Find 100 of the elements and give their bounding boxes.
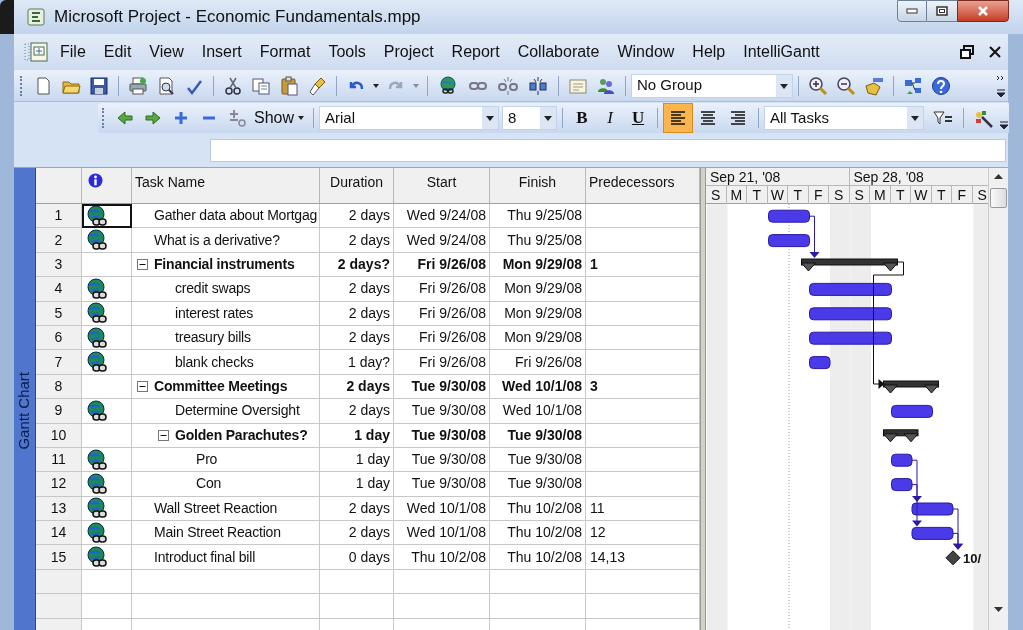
- summary-bar[interactable]: [883, 380, 939, 394]
- row-number[interactable]: 12: [36, 472, 82, 497]
- zoom-in-icon[interactable]: [808, 75, 828, 96]
- print-icon[interactable]: [128, 75, 148, 96]
- menu-item[interactable]: Help: [692, 40, 726, 64]
- row-number[interactable]: 10: [36, 423, 82, 448]
- font-combo[interactable]: Arial: [319, 106, 500, 130]
- collapse-toggle-icon[interactable]: [137, 258, 148, 270]
- menu-item[interactable]: Project: [383, 40, 434, 64]
- toolbar-options-icon[interactable]: [999, 119, 1010, 131]
- show-button[interactable]: Show: [251, 106, 309, 130]
- indicator-cell[interactable]: [82, 277, 132, 302]
- row-number[interactable]: 5: [36, 301, 82, 326]
- vertical-scrollbar[interactable]: [988, 168, 1008, 630]
- indicator-cell[interactable]: [82, 399, 132, 424]
- indicator-cell[interactable]: [82, 472, 132, 497]
- column-header[interactable]: Start: [394, 168, 490, 203]
- task-bar[interactable]: [768, 209, 810, 223]
- column-header[interactable]: Task Name: [132, 168, 320, 203]
- print-preview-icon[interactable]: [156, 75, 176, 96]
- globe-link-icon[interactable]: [438, 75, 458, 96]
- menu-item[interactable]: Insert: [201, 40, 242, 64]
- font-size-combo[interactable]: 8: [502, 106, 558, 130]
- row-number[interactable]: 9: [36, 399, 82, 424]
- menu-item[interactable]: View: [149, 40, 184, 64]
- align-button[interactable]: [663, 103, 694, 133]
- indicator-cell[interactable]: [82, 228, 132, 253]
- row-number[interactable]: 2: [36, 228, 82, 253]
- row-number[interactable]: 14: [36, 521, 82, 546]
- row-number[interactable]: 3: [36, 252, 82, 278]
- menu-item[interactable]: Tools: [328, 40, 366, 64]
- summary-bar[interactable]: [883, 429, 919, 443]
- indicator-cell[interactable]: [82, 325, 132, 351]
- row-number-cell[interactable]: [36, 569, 82, 595]
- paintbrush-icon[interactable]: [307, 75, 327, 96]
- summary-bar[interactable]: [801, 258, 898, 272]
- task-bar[interactable]: [809, 331, 892, 345]
- indicator-cell[interactable]: [82, 350, 132, 375]
- task-bar[interactable]: [809, 282, 892, 296]
- row-number[interactable]: 11: [36, 447, 82, 473]
- task-bar[interactable]: [911, 502, 954, 516]
- copy-icon[interactable]: [251, 75, 271, 96]
- style-button[interactable]: B: [568, 105, 597, 131]
- split-task-icon[interactable]: [528, 75, 548, 96]
- row-number[interactable]: 13: [36, 496, 82, 522]
- indicator-cell[interactable]: [82, 545, 132, 570]
- task-bar[interactable]: [891, 478, 913, 492]
- style-button[interactable]: I: [596, 105, 625, 131]
- task-bar[interactable]: [891, 404, 933, 418]
- minimize-button[interactable]: [897, 0, 927, 22]
- menu-item[interactable]: Collaborate: [517, 40, 600, 64]
- menu-item[interactable]: Report: [451, 40, 500, 64]
- zoom-out-icon[interactable]: [836, 75, 856, 96]
- menu-item[interactable]: File: [60, 40, 86, 64]
- indicator-cell[interactable]: [82, 204, 132, 229]
- restore-window-icon[interactable]: [960, 45, 974, 59]
- maximize-button[interactable]: [927, 0, 957, 22]
- group-combo[interactable]: No Group: [631, 73, 793, 98]
- caret-icon[interactable]: [372, 82, 380, 89]
- unlink-icon[interactable]: [498, 75, 518, 96]
- column-header[interactable]: Duration: [320, 168, 394, 203]
- indicator-cell[interactable]: [82, 374, 132, 400]
- info-icon[interactable]: [88, 173, 103, 188]
- task-bar[interactable]: [809, 356, 831, 370]
- indicator-cell[interactable]: [82, 447, 132, 473]
- chart-copy-icon[interactable]: [903, 75, 923, 96]
- close-document-icon[interactable]: [988, 45, 1002, 59]
- scroll-thumb[interactable]: [990, 188, 1007, 208]
- column-header[interactable]: Finish: [490, 168, 586, 203]
- row-number-cell[interactable]: [36, 594, 82, 619]
- cut-icon[interactable]: [223, 75, 243, 96]
- indicator-cell[interactable]: [82, 301, 132, 326]
- view-bar[interactable]: Gantt Chart: [14, 168, 36, 630]
- indicator-cell[interactable]: [82, 496, 132, 522]
- entry-field[interactable]: [210, 139, 1006, 162]
- paste-icon[interactable]: [279, 75, 299, 96]
- indicator-cell[interactable]: [82, 423, 132, 448]
- close-button[interactable]: [957, 0, 1009, 22]
- row-number[interactable]: 1: [36, 204, 82, 229]
- right-arrow-icon[interactable]: [143, 108, 163, 128]
- document-menu-icon[interactable]: [24, 41, 50, 63]
- menu-item[interactable]: IntelliGantt: [743, 40, 820, 64]
- filter-combo[interactable]: All Tasks: [764, 106, 925, 130]
- milestone-diamond[interactable]: [945, 550, 961, 566]
- collapse-toggle-icon[interactable]: [158, 429, 169, 441]
- left-arrow-icon[interactable]: [115, 108, 135, 128]
- task-bar[interactable]: [891, 453, 913, 467]
- task-bar[interactable]: [768, 234, 810, 248]
- row-number[interactable]: 6: [36, 325, 82, 351]
- menu-item[interactable]: Edit: [103, 40, 132, 64]
- save-icon[interactable]: [89, 75, 109, 96]
- row-number[interactable]: 4: [36, 277, 82, 302]
- menu-item[interactable]: Format: [259, 40, 311, 64]
- style-button[interactable]: U: [624, 105, 653, 131]
- row-number[interactable]: 7: [36, 350, 82, 375]
- collapse-toggle-icon[interactable]: [137, 380, 148, 392]
- task-bar[interactable]: [809, 307, 892, 321]
- menu-item[interactable]: Window: [617, 40, 675, 64]
- plus-minus-icon[interactable]: [227, 108, 247, 128]
- indicator-cell[interactable]: [82, 252, 132, 278]
